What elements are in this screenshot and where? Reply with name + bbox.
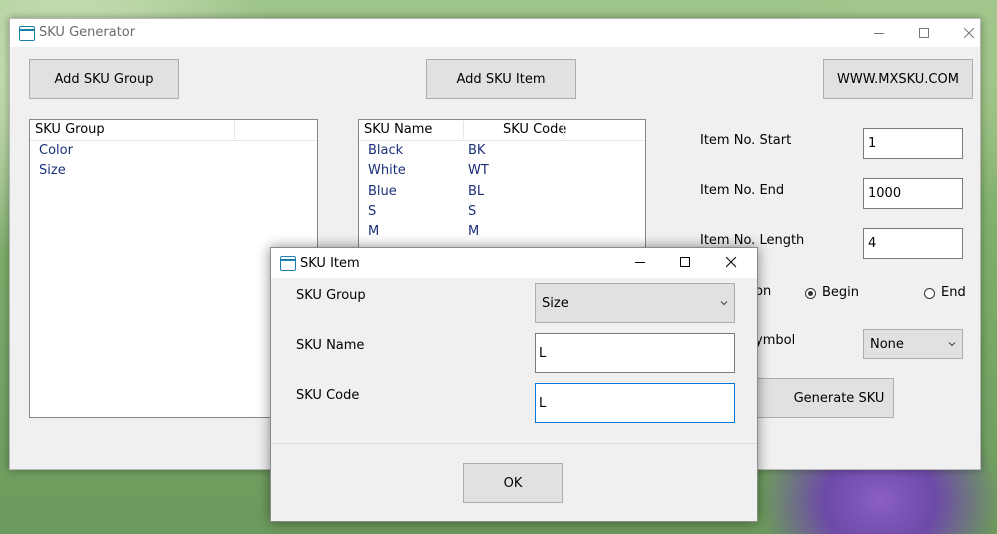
- maximize-icon: [680, 257, 690, 267]
- minimize-icon: [635, 262, 645, 263]
- sku-item-list-header: SKU Name SKU Code: [359, 120, 645, 141]
- dialog-minimize-button[interactable]: [618, 248, 664, 278]
- chevron-down-icon: [948, 342, 956, 347]
- sku-item-dialog: SKU Item SKU Group Size SKU Name L SKU C…: [270, 247, 758, 522]
- table-cell-code: S: [468, 204, 477, 219]
- column-header-sku-name[interactable]: SKU Name: [364, 120, 432, 140]
- dialog-title: SKU Item: [300, 256, 360, 271]
- window-title: SKU Generator: [39, 25, 136, 40]
- item-start-label: Item No. Start: [700, 133, 792, 148]
- list-item[interactable]: Color: [39, 141, 73, 161]
- dialog-code-label: SKU Code: [296, 388, 360, 403]
- table-cell-name[interactable]: White: [368, 161, 406, 181]
- dialog-titlebar: SKU Item: [271, 248, 757, 278]
- item-length-input[interactable]: 4: [863, 228, 963, 259]
- table-cell-code: BL: [468, 184, 485, 199]
- close-button[interactable]: [947, 19, 993, 47]
- list-item[interactable]: Size: [39, 161, 66, 181]
- sku-group-list-header: SKU Group: [30, 120, 317, 141]
- generate-sku-label: Generate SKU: [793, 390, 885, 406]
- table-cell-name[interactable]: M: [368, 222, 379, 242]
- item-length-label: Item No. Length: [700, 233, 805, 248]
- dialog-name-label: SKU Name: [296, 338, 365, 353]
- ok-button[interactable]: OK: [463, 463, 563, 503]
- generate-sku-button[interactable]: Generate SKU: [744, 378, 894, 418]
- table-cell-name[interactable]: Blue: [368, 182, 397, 202]
- app-window-icon: [280, 256, 296, 271]
- position-begin-radio[interactable]: [805, 288, 816, 299]
- column-divider[interactable]: [234, 121, 235, 139]
- table-cell-code: M: [468, 224, 480, 239]
- app-window-icon: [19, 26, 35, 41]
- table-cell-name[interactable]: Black: [368, 141, 403, 161]
- add-sku-group-button[interactable]: Add SKU Group: [29, 59, 179, 99]
- sku-item-list[interactable]: SKU Name SKU Code Black BK White WT Blue…: [358, 119, 646, 259]
- table-cell-code: BK: [468, 143, 486, 158]
- dialog-group-label: SKU Group: [296, 288, 366, 303]
- column-header-sku-code[interactable]: SKU Code: [503, 120, 566, 140]
- maximize-icon: [919, 28, 929, 38]
- position-begin-label[interactable]: Begin: [822, 285, 859, 300]
- position-end-label[interactable]: End: [941, 285, 966, 300]
- item-end-label: Item No. End: [700, 183, 785, 198]
- dialog-group-value: Size: [542, 295, 569, 311]
- dialog-maximize-button[interactable]: [663, 248, 709, 278]
- maximize-button[interactable]: [902, 19, 948, 47]
- column-divider[interactable]: [563, 121, 564, 139]
- dialog-code-input[interactable]: L: [535, 383, 735, 423]
- close-icon: [726, 257, 737, 268]
- symbol-select-value: None: [870, 336, 904, 352]
- minimize-icon: [874, 33, 884, 34]
- minimize-button[interactable]: [857, 19, 903, 47]
- chevron-down-icon: [720, 301, 728, 306]
- dialog-group-select[interactable]: Size: [535, 283, 735, 323]
- item-start-input[interactable]: 1: [863, 128, 963, 159]
- dialog-close-button[interactable]: [709, 248, 755, 278]
- table-cell-code: WT: [468, 163, 489, 178]
- table-cell-name[interactable]: S: [368, 202, 376, 222]
- position-end-radio[interactable]: [924, 288, 935, 299]
- add-sku-item-button[interactable]: Add SKU Item: [426, 59, 576, 99]
- main-titlebar: SKU Generator: [10, 19, 980, 47]
- close-icon: [964, 28, 975, 39]
- column-divider[interactable]: [463, 121, 464, 139]
- dialog-name-input[interactable]: L: [535, 333, 735, 373]
- dialog-footer: OK: [271, 443, 757, 521]
- symbol-label: ymbol: [755, 333, 796, 348]
- column-header-sku-group[interactable]: SKU Group: [35, 120, 105, 140]
- website-button[interactable]: WWW.MXSKU.COM: [823, 59, 973, 99]
- symbol-select[interactable]: None: [863, 329, 963, 359]
- item-end-input[interactable]: 1000: [863, 178, 963, 209]
